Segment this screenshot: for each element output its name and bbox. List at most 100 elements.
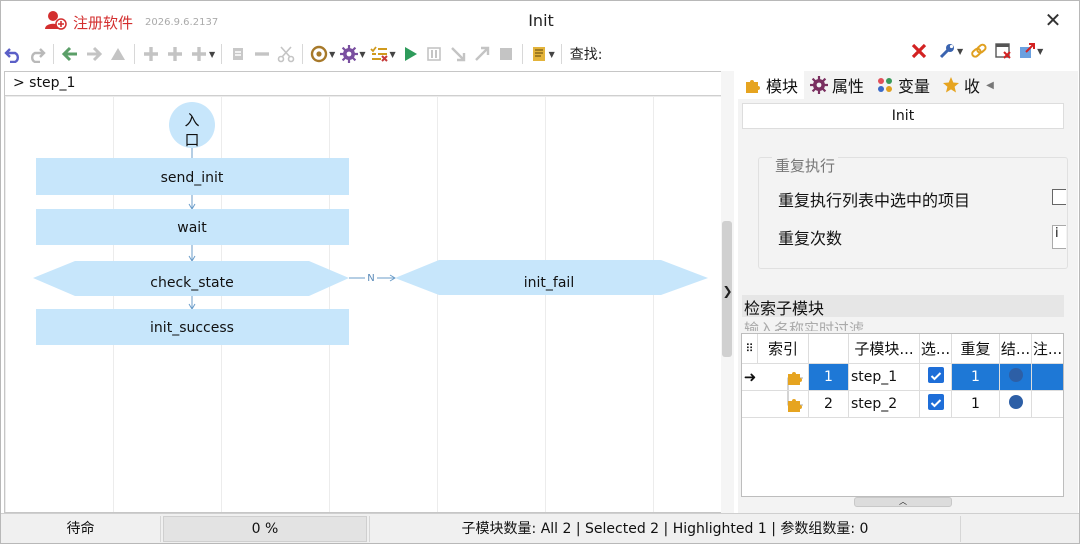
tab-scroll-left-icon[interactable]: ◀	[986, 80, 994, 91]
puzzle-icon	[781, 391, 809, 418]
close-doc-button[interactable]	[993, 41, 1013, 61]
cell-note[interactable]	[1032, 391, 1063, 418]
flow-canvas[interactable]: > step_1 入 口 send_init wait check_state …	[4, 71, 722, 513]
chevron-right-icon: ❯	[722, 284, 733, 298]
repeat-count-input[interactable]: i	[1052, 225, 1066, 249]
copy-icon	[233, 48, 244, 60]
cell-selected-checkbox[interactable]	[920, 391, 952, 418]
table-collapse-handle[interactable]: ︿	[854, 497, 952, 507]
breadcrumb[interactable]: > step_1	[5, 72, 721, 96]
cell-name[interactable]: step_1	[849, 364, 920, 391]
settings-button[interactable]	[339, 44, 359, 64]
col-header-index[interactable]: 索引	[758, 334, 809, 364]
cell-name[interactable]: step_2	[849, 391, 920, 418]
node-init-success[interactable]: init_success	[36, 309, 349, 345]
entry-node[interactable]: 入 口	[169, 102, 215, 149]
plus-icon	[192, 47, 206, 61]
add-menu-button[interactable]	[189, 44, 209, 64]
search-submodules-input[interactable]: 输入名称实时过滤	[742, 317, 1064, 331]
step-into-button[interactable]	[448, 44, 468, 64]
toolbar-separator	[302, 44, 304, 64]
back-button[interactable]	[60, 44, 80, 64]
link-button[interactable]	[969, 41, 989, 61]
export-button[interactable]	[1017, 41, 1037, 61]
repeat-selected-checkbox[interactable]	[1052, 189, 1066, 205]
cell-repeat[interactable]: 1	[952, 364, 1000, 391]
clear-icon	[909, 41, 929, 61]
module-name-field[interactable]: Init	[742, 103, 1064, 129]
cell-note[interactable]	[1032, 364, 1063, 391]
run-button[interactable]	[400, 44, 420, 64]
cell-result[interactable]	[1000, 391, 1032, 418]
forward-button[interactable]	[84, 44, 104, 64]
node-send-init-label: send_init	[161, 170, 224, 186]
chevron-down-icon[interactable]: ▼	[389, 50, 395, 59]
node-init-success-label: init_success	[150, 320, 234, 336]
checklist-button[interactable]	[369, 44, 389, 64]
cell-index[interactable]: 2	[809, 391, 849, 418]
tab-module-label: 模块	[766, 77, 799, 96]
tab-properties[interactable]: 属性	[804, 71, 870, 99]
node-init-fail[interactable]: init_fail	[395, 260, 708, 295]
find-input[interactable]	[713, 43, 903, 65]
chevron-down-icon[interactable]: ▼	[1037, 47, 1043, 56]
version-label: 2026.9.6.2137	[145, 16, 219, 28]
scissors-icon	[277, 46, 295, 63]
row-handle-header[interactable]: ⠿	[742, 334, 758, 364]
copy-button[interactable]	[228, 44, 248, 64]
panel-toggle-button[interactable]: ❯	[721, 281, 734, 301]
repeat-count-label: 重复次数	[778, 229, 843, 248]
chevron-down-icon[interactable]: ▼	[359, 50, 365, 59]
node-check-state[interactable]: check_state	[33, 261, 349, 296]
col-header-name[interactable]: 子模块...	[849, 334, 920, 364]
repeat-selected-label: 重复执行列表中选中的项目	[778, 191, 971, 210]
node-send-init[interactable]: send_init	[36, 158, 349, 195]
stop-button[interactable]	[496, 44, 516, 64]
chevron-down-icon[interactable]: ▼	[209, 50, 215, 59]
remove-button[interactable]	[252, 44, 272, 64]
register-link[interactable]: 注册软件 2026.9.6.2137	[45, 10, 218, 34]
clear-find-button[interactable]	[909, 41, 929, 61]
col-header-result[interactable]: 结...	[1000, 334, 1032, 364]
canvas-grid: 入 口 send_init wait check_state N init_fa…	[5, 96, 721, 512]
status-dot-icon	[1008, 395, 1023, 409]
undo-icon	[4, 48, 19, 63]
col-header-blank[interactable]	[809, 334, 849, 364]
tab-variables[interactable]: 变量	[870, 71, 936, 99]
col-header-note[interactable]: 注...	[1032, 334, 1063, 364]
table-row[interactable]: ➜ 1 step_1 1	[742, 364, 1063, 391]
table-row[interactable]: 2 step_2 1	[742, 391, 1063, 418]
add-after-button[interactable]	[165, 44, 185, 64]
target-button[interactable]	[309, 44, 329, 64]
add-before-button[interactable]	[141, 44, 161, 64]
close-window-button[interactable]: ✕	[1041, 9, 1065, 33]
redo-button[interactable]	[27, 44, 47, 64]
cell-selected-checkbox[interactable]	[920, 364, 952, 391]
cut-button[interactable]	[276, 44, 296, 64]
search-submodules-title: 检索子模块	[742, 295, 1064, 318]
cell-result[interactable]	[1000, 364, 1032, 391]
col-header-repeat[interactable]: 重复	[952, 334, 1000, 364]
register-label[interactable]: 注册软件	[73, 12, 133, 33]
cell-index[interactable]: 1	[809, 364, 849, 391]
node-init-fail-label: init_fail	[524, 275, 574, 291]
chevron-down-icon[interactable]: ▼	[957, 47, 963, 56]
pause-icon	[426, 47, 441, 61]
chevron-down-icon[interactable]: ▼	[549, 50, 555, 59]
chevron-down-icon[interactable]: ▼	[329, 50, 335, 59]
link-icon	[971, 43, 987, 58]
gear-icon	[340, 45, 359, 63]
tab-favorites[interactable]: 收 ◀	[936, 71, 1000, 99]
col-header-selected[interactable]: 选...	[920, 334, 952, 364]
undo-button[interactable]	[3, 44, 23, 64]
current-row-arrow-icon: ➜	[742, 364, 758, 391]
tools-button[interactable]	[937, 41, 957, 61]
pause-button[interactable]	[424, 44, 444, 64]
up-button[interactable]	[108, 44, 128, 64]
node-wait[interactable]: wait	[36, 209, 349, 245]
plus-icon	[168, 47, 182, 61]
script-button[interactable]	[529, 44, 549, 64]
cell-repeat[interactable]: 1	[952, 391, 1000, 418]
tab-module[interactable]: 模块	[738, 71, 805, 99]
step-out-button[interactable]	[472, 44, 492, 64]
